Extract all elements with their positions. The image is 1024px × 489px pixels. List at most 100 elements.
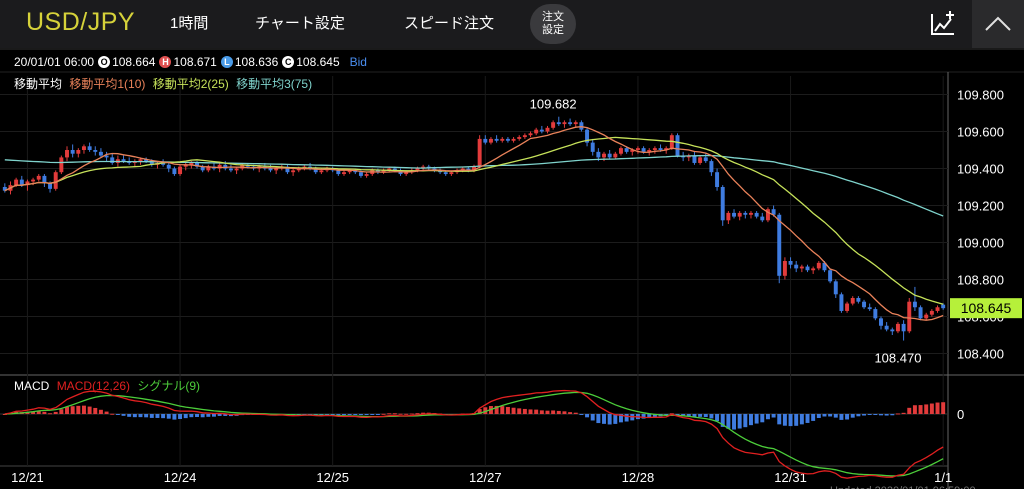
chart-canvas[interactable]: 109.800 109.600 109.400 109.200 109.000 108.8… [0, 0, 1024, 489]
chart-settings-button[interactable]: チャート設定 [255, 12, 345, 33]
macd-histogram-bar [890, 414, 895, 416]
ma-legend-title: 移動平均 [14, 77, 63, 91]
signal-series-legend: シグナル(9) [137, 379, 201, 393]
macd-histogram-bar [183, 414, 188, 419]
candle-body [732, 212, 737, 217]
macd-histogram-bar [562, 411, 567, 414]
macd-histogram-bar [200, 414, 205, 418]
macd-histogram-bar [884, 414, 889, 416]
macd-histogram-bar [392, 413, 397, 415]
candle-body [551, 122, 556, 128]
macd-histogram-bar [353, 414, 358, 415]
macd-histogram-bar [409, 413, 414, 415]
macd-histogram-bar [935, 402, 940, 414]
candle-body [14, 179, 19, 186]
macd-histogram-bar [941, 402, 946, 414]
macd-histogram-bar [782, 414, 787, 426]
candle-body [935, 307, 940, 311]
candle-body [709, 161, 714, 173]
candle-body [884, 325, 889, 330]
candle-body [743, 212, 748, 215]
price-tick-label: 108.800 [957, 273, 1004, 288]
candle-body [443, 172, 448, 175]
candle-body [862, 301, 867, 308]
candle-body [703, 157, 708, 162]
currency-pair-selector[interactable]: USD/JPY [26, 8, 135, 37]
macd-histogram-bar [93, 407, 98, 414]
macd-histogram-bar [149, 414, 154, 418]
macd-histogram-bar [121, 414, 126, 416]
candle-body [890, 329, 895, 332]
top-bar: USD/JPY 1時間 チャート設定 スピード注文 注文 設定 [0, 0, 1024, 48]
macd-histogram-bar [918, 405, 923, 414]
macd-series-legend: MACD(12,26) [56, 379, 131, 393]
open-value: 108.664 [112, 55, 156, 69]
candle-body [850, 298, 855, 304]
price-tick-label: 109.200 [957, 199, 1004, 214]
candle-body [839, 294, 844, 311]
macd-histogram-bar [901, 412, 906, 414]
candle-body [505, 138, 510, 141]
macd-histogram-bar [556, 410, 561, 414]
candle-body [65, 150, 69, 158]
macd-histogram-bar [342, 414, 346, 415]
chart-add-icon[interactable] [926, 6, 962, 42]
candle-body [172, 168, 177, 175]
macd-histogram-bar [42, 411, 47, 414]
candle-body [895, 323, 900, 332]
macd-histogram-bar [703, 414, 708, 418]
macd-histogram-bar [110, 413, 115, 415]
macd-histogram-bar [195, 414, 199, 417]
macd-histogram-bar [81, 405, 86, 414]
price-tick-label: 108.400 [957, 347, 1004, 362]
candle-body [483, 138, 488, 143]
candle-body [36, 175, 41, 180]
macd-histogram-bar [517, 408, 522, 414]
timeframe-button[interactable]: 1時間 [170, 12, 208, 33]
macd-histogram-bar [743, 414, 748, 428]
macd-histogram-bar [579, 414, 584, 415]
order-settings-button[interactable]: 注文 設定 [530, 4, 576, 44]
last-price-label: 108.645 [961, 300, 1012, 316]
macd-histogram-bar [528, 409, 533, 414]
candle-body [596, 151, 601, 158]
price-side-label: Bid [349, 55, 367, 69]
candle-body [511, 138, 516, 141]
macd-histogram-bar [749, 414, 753, 426]
macd-histogram-bar [53, 411, 58, 414]
price-tick-label: 109.000 [957, 236, 1004, 251]
macd-histogram-bar [98, 409, 103, 414]
candle-body [805, 266, 810, 271]
candle-body [590, 142, 595, 152]
candle-body [234, 168, 239, 171]
macd-histogram-bar [862, 414, 867, 416]
candle-body [624, 148, 629, 152]
macd-histogram-bar [336, 414, 341, 415]
time-tick-label: 1/1 [934, 470, 952, 485]
macd-histogram-bar [726, 414, 731, 429]
macd-histogram-bar [211, 414, 216, 417]
macd-histogram-bar [794, 414, 799, 426]
macd-histogram-bar [788, 414, 793, 427]
macd-histogram-bar [65, 406, 69, 414]
candle-body [641, 148, 646, 152]
collapse-button[interactable] [972, 0, 1024, 48]
macd-histogram-bar [850, 414, 855, 418]
macd-histogram-bar [70, 406, 75, 414]
speed-order-button[interactable]: スピード注文 [404, 12, 494, 33]
chevron-up-icon [985, 16, 1011, 31]
candle-body [845, 303, 850, 311]
candle-body [675, 135, 680, 156]
candle-body [573, 122, 578, 125]
candle-body [539, 129, 544, 132]
candle-body [692, 155, 697, 163]
macd-histogram-bar [539, 410, 544, 414]
candle-body [782, 261, 787, 276]
candle-body [500, 138, 505, 141]
macd-histogram-bar [715, 414, 720, 422]
ma1-legend: 移動平均1(10) [69, 77, 146, 91]
macd-histogram-bar [596, 414, 601, 424]
ma3-legend: 移動平均3(75) [236, 77, 313, 91]
macd-histogram-bar [839, 414, 844, 420]
ohlc-info: 20/01/01 06:00 O 108.664 H 108.671 L 108… [14, 55, 367, 69]
